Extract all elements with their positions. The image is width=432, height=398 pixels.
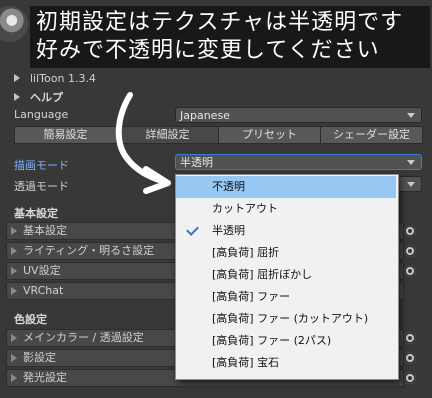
gear-icon[interactable] — [403, 371, 417, 385]
expand-arrow-icon — [11, 227, 17, 235]
menu-item-label: [高負荷] ファー (カットアウト) — [212, 312, 369, 325]
caption-banner: 初期設定はテクスチャは半透明です 好みで不透明に変更してください — [30, 6, 430, 68]
render-mode-dropdown[interactable]: 半透明 — [175, 154, 422, 170]
language-dropdown[interactable]: Japanese — [175, 107, 422, 123]
caption-line-1: 初期設定はテクスチャは半透明です — [36, 10, 404, 35]
transparent-mode-dropdown[interactable] — [396, 176, 422, 192]
expand-arrow-icon — [11, 247, 17, 255]
menu-item-cutout[interactable]: カットアウト — [176, 198, 396, 220]
collapse-arrow-icon — [14, 74, 20, 82]
gear-icon[interactable] — [403, 264, 417, 278]
menu-item-refraction[interactable]: [高負荷] 屈折 — [176, 242, 396, 264]
menu-item-fur[interactable]: [高負荷] ファー — [176, 286, 396, 308]
expand-arrow-icon — [11, 267, 17, 275]
dropdown-caret-icon — [407, 113, 415, 118]
language-value: Japanese — [180, 109, 230, 122]
tab-shader-settings[interactable]: シェーダー設定 — [320, 126, 423, 144]
menu-item-label: [高負荷] 屈折ぼかし — [212, 268, 313, 281]
gear-icon[interactable] — [403, 331, 417, 345]
expand-arrow-icon — [11, 287, 17, 295]
mode-tabbar: 簡易設定 詳細設定 プリセット シェーダー設定 — [14, 126, 423, 144]
menu-item-fur-cutout[interactable]: [高負荷] ファー (カットアウト) — [176, 308, 396, 330]
menu-item-label: 半透明 — [212, 224, 245, 237]
gear-icon[interactable] — [403, 224, 417, 238]
foldout-label: ライティング・明るさ設定 — [23, 244, 155, 257]
foldout-label: メインカラー / 透過設定 — [23, 331, 144, 344]
caption-line-2: 好みで不透明に変更してください — [36, 38, 380, 63]
language-label: Language — [14, 108, 69, 121]
menu-item-label: [高負荷] 宝石 — [212, 356, 280, 369]
menu-item-gem[interactable]: [高負荷] 宝石 — [176, 352, 396, 374]
foldout-label: UV設定 — [23, 264, 61, 277]
version-row[interactable]: lilToon 1.3.4 — [14, 72, 96, 85]
basic-settings-title: 基本設定 — [14, 207, 58, 220]
menu-item-label: [高負荷] ファー (2パス) — [212, 334, 332, 347]
foldout-label: VRChat — [23, 284, 64, 297]
gear-icon[interactable] — [403, 351, 417, 365]
render-mode-value: 半透明 — [180, 156, 213, 169]
menu-item-fur-2pass[interactable]: [高負荷] ファー (2パス) — [176, 330, 396, 352]
collapse-arrow-icon — [14, 93, 20, 101]
menu-item-refraction-blur[interactable]: [高負荷] 屈折ぼかし — [176, 264, 396, 286]
menu-item-transparent[interactable]: 半透明 — [176, 220, 396, 242]
render-mode-label: 描画モード — [14, 159, 69, 172]
material-preview-icon — [0, 6, 28, 42]
expand-arrow-icon — [11, 354, 17, 362]
menu-item-opaque[interactable]: 不透明 — [176, 176, 396, 198]
menu-item-label: 不透明 — [212, 180, 245, 193]
menu-item-label: [高負荷] ファー — [212, 290, 291, 303]
menu-item-label: [高負荷] 屈折 — [212, 246, 280, 259]
render-mode-menu: 不透明 カットアウト 半透明 [高負荷] 屈折 [高負荷] 屈折ぼかし [高負荷… — [175, 174, 399, 380]
help-foldout[interactable]: ヘルプ — [14, 89, 63, 105]
transparent-mode-label: 透過モード — [14, 180, 69, 193]
expand-arrow-icon — [11, 374, 17, 382]
gear-icon[interactable] — [403, 244, 417, 258]
foldout-label: 影設定 — [23, 351, 56, 364]
foldout-label: 発光設定 — [23, 371, 67, 384]
color-settings-title: 色設定 — [14, 313, 47, 326]
expand-arrow-icon — [11, 334, 17, 342]
menu-item-label: カットアウト — [212, 202, 278, 215]
help-label: ヘルプ — [30, 91, 63, 104]
dropdown-caret-icon — [407, 160, 415, 165]
checkmark-icon — [186, 223, 199, 236]
annotation-arrow-icon — [115, 92, 171, 194]
version-label: lilToon 1.3.4 — [30, 72, 96, 85]
tab-presets[interactable]: プリセット — [218, 126, 321, 144]
dropdown-caret-icon — [407, 182, 415, 187]
foldout-label: 基本設定 — [23, 224, 67, 237]
